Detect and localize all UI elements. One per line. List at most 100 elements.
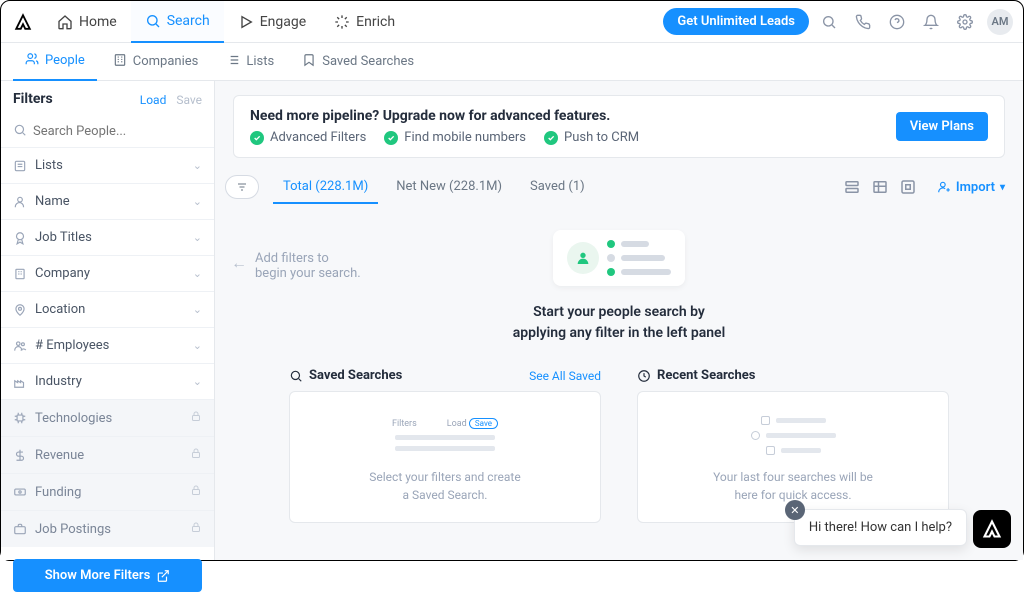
show-more-label: Show More Filters: [45, 568, 151, 583]
filter-company-label: Company: [35, 266, 90, 281]
see-all-saved-link[interactable]: See All Saved: [529, 369, 601, 383]
chat-text: Hi there! How can I help?: [809, 520, 952, 535]
empty-illustration: [553, 230, 685, 286]
show-more-filters-button[interactable]: Show More Filters: [13, 559, 202, 592]
search-icon: [145, 13, 161, 29]
main: Need more pipeline? Upgrade now for adva…: [215, 81, 1023, 560]
pin-icon: [13, 303, 27, 317]
nav-engage[interactable]: Engage: [224, 1, 320, 43]
topnav-search-icon[interactable]: [815, 8, 843, 36]
saved-searches-card: FiltersLoad Save Select your filters and…: [289, 391, 601, 523]
nav-home[interactable]: Home: [43, 1, 131, 43]
filter-technologies[interactable]: Technologies: [1, 399, 214, 436]
external-link-icon: [156, 569, 170, 583]
filters-sidebar: Filters Load Save Lists ⌄ Name ⌄ Job Tit…: [1, 81, 215, 560]
search-people[interactable]: [1, 116, 214, 147]
feature-advanced-filters: Advanced Filters: [250, 130, 366, 145]
search-bookmark-icon: [289, 369, 303, 383]
filter-name[interactable]: Name ⌄: [1, 183, 214, 219]
bell-icon[interactable]: [917, 8, 945, 36]
subnav-people[interactable]: People: [13, 43, 97, 81]
recent-illustration: [658, 416, 928, 455]
lock-icon: [190, 447, 202, 463]
filter-toggle[interactable]: [225, 175, 259, 199]
bookmark-icon: [302, 53, 316, 71]
recent-searches-title: Recent Searches: [637, 368, 755, 383]
nav-search[interactable]: Search: [131, 1, 224, 43]
filter-job-titles[interactable]: Job Titles ⌄: [1, 219, 214, 255]
filter-job-titles-label: Job Titles: [35, 230, 92, 245]
filter-location[interactable]: Location ⌄: [1, 291, 214, 327]
check-icon: [544, 131, 558, 145]
feature-push-crm: Push to CRM: [544, 130, 639, 145]
topnav: Home Search Engage Enrich Get Unlimited …: [1, 1, 1023, 43]
save-link: Save: [176, 93, 202, 107]
filter-name-label: Name: [35, 194, 70, 209]
caret-down-icon: ▾: [1000, 182, 1005, 193]
help-icon[interactable]: [883, 8, 911, 36]
arrow-left-icon: ←: [231, 253, 247, 273]
filter-industry[interactable]: Industry ⌄: [1, 363, 214, 399]
subnav: People Companies Lists Saved Searches: [1, 43, 1023, 81]
upgrade-banner: Need more pipeline? Upgrade now for adva…: [233, 95, 1005, 158]
filter-funding[interactable]: Funding: [1, 473, 214, 510]
chevron-down-icon: ⌄: [193, 339, 202, 352]
nav-engage-label: Engage: [260, 14, 306, 30]
filters-title: Filters: [13, 91, 53, 107]
list-icon: [226, 53, 240, 71]
tab-saved[interactable]: Saved (1): [520, 171, 595, 204]
chevron-down-icon: ⌄: [193, 231, 202, 244]
settings-icon[interactable]: [899, 178, 917, 196]
briefcase-icon: [13, 522, 27, 536]
empty-line1: Start your people search by: [513, 302, 725, 323]
subnav-saved-searches[interactable]: Saved Searches: [290, 43, 426, 81]
filter-revenue-label: Revenue: [35, 448, 84, 463]
app-logo[interactable]: [11, 10, 35, 34]
subnav-saved-searches-label: Saved Searches: [322, 54, 414, 69]
saved-illustration: FiltersLoad Save: [392, 419, 498, 451]
chat-close-icon[interactable]: ✕: [785, 500, 805, 520]
subnav-companies[interactable]: Companies: [101, 43, 211, 81]
tab-total[interactable]: Total (228.1M): [273, 171, 378, 204]
import-button[interactable]: Import ▾: [937, 180, 1005, 195]
view-plans-button[interactable]: View Plans: [896, 112, 988, 141]
lock-icon: [190, 484, 202, 500]
banner-headline: Need more pipeline? Upgrade now for adva…: [250, 108, 896, 124]
person-icon: [567, 242, 599, 274]
filter-job-postings[interactable]: Job Postings: [1, 510, 214, 547]
list-icon: [13, 159, 27, 173]
phone-icon[interactable]: [849, 8, 877, 36]
avatar[interactable]: AM: [987, 9, 1013, 35]
layout-list-icon[interactable]: [843, 178, 861, 196]
table-icon[interactable]: [871, 178, 889, 196]
saved-searches-title: Saved Searches: [289, 368, 402, 383]
filter-company[interactable]: Company ⌄: [1, 255, 214, 291]
check-icon: [384, 131, 398, 145]
get-unlimited-leads-button[interactable]: Get Unlimited Leads: [663, 8, 809, 35]
chevron-down-icon: ⌄: [193, 267, 202, 280]
clock-icon: [637, 369, 651, 383]
tab-net-new[interactable]: Net New (228.1M): [386, 171, 512, 204]
gear-icon[interactable]: [951, 8, 979, 36]
subnav-lists[interactable]: Lists: [214, 43, 286, 81]
load-link[interactable]: Load: [140, 93, 167, 107]
lock-icon: [190, 521, 202, 537]
chat-bubble[interactable]: ✕ Hi there! How can I help?: [794, 509, 967, 546]
filter-lists-label: Lists: [35, 158, 63, 173]
empty-line2: applying any filter in the left panel: [513, 323, 725, 344]
building-icon: [113, 53, 127, 71]
subnav-companies-label: Companies: [133, 54, 199, 69]
chip-icon: [13, 411, 27, 425]
person-icon: [13, 195, 27, 209]
search-input[interactable]: [33, 124, 202, 139]
chat-fab[interactable]: [973, 510, 1011, 548]
filter-lists[interactable]: Lists ⌄: [1, 147, 214, 183]
badge-icon: [13, 231, 27, 245]
nav-enrich-label: Enrich: [356, 14, 395, 30]
home-icon: [57, 14, 73, 30]
nav-enrich[interactable]: Enrich: [320, 1, 409, 43]
empty-state: Start your people search by applying any…: [215, 230, 1023, 344]
filter-location-label: Location: [35, 302, 85, 317]
filter-employees[interactable]: # Employees ⌄: [1, 327, 214, 363]
filter-revenue[interactable]: Revenue: [1, 436, 214, 473]
